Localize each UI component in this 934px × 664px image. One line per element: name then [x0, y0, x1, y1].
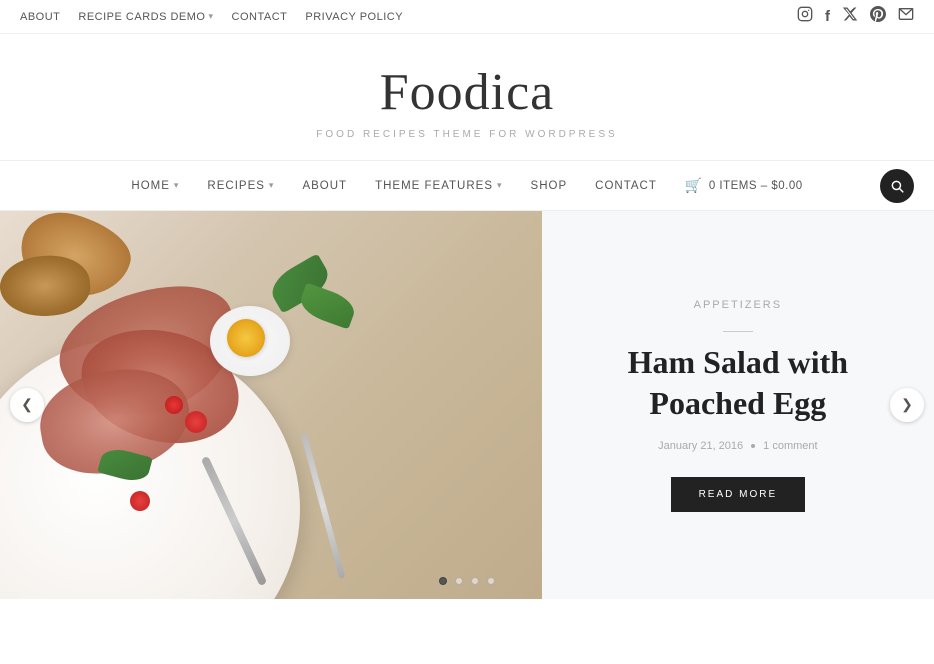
bread-piece-2 — [0, 252, 92, 320]
basil-leaf-2 — [297, 283, 359, 330]
twitter-icon[interactable] — [842, 6, 858, 27]
read-more-button[interactable]: READ MORE — [671, 477, 806, 512]
top-nav-recipe-cards[interactable]: RECIPE CARDS DEMO ▾ — [78, 11, 213, 23]
nav-recipes[interactable]: RECIPES ▾ — [193, 161, 288, 211]
slider-dot-4[interactable] — [487, 577, 495, 585]
slider-dot-3[interactable] — [471, 577, 479, 585]
cart-icon: 🛒 — [685, 177, 703, 194]
slider-dot-2[interactable] — [455, 577, 463, 585]
hero-image — [0, 211, 542, 599]
main-nav-items: HOME ▾ RECIPES ▾ ABOUT THEME FEATURES ▾ … — [117, 161, 816, 211]
slider-next-button[interactable]: ❯ — [890, 388, 924, 422]
hero-comments: 1 comment — [763, 440, 817, 452]
nav-home[interactable]: HOME ▾ — [117, 161, 193, 211]
home-arrow-icon: ▾ — [174, 180, 180, 191]
instagram-icon[interactable] — [797, 6, 813, 27]
top-bar: ABOUT RECIPE CARDS DEMO ▾ CONTACT PRIVAC… — [0, 0, 934, 34]
nav-cart[interactable]: 🛒 0 ITEMS – $0.00 — [671, 177, 817, 194]
search-button[interactable] — [880, 169, 914, 203]
hero-content: Appetizers Ham Salad with Poached Egg Ja… — [542, 211, 934, 599]
hero-date: January 21, 2016 — [658, 440, 743, 452]
cart-label: 0 ITEMS – $0.00 — [709, 180, 803, 192]
site-description: FOOD RECIPES THEME FOR WORDPRESS — [20, 129, 914, 140]
egg-yolk — [227, 319, 265, 357]
top-nav-privacy[interactable]: PRIVACY POLICY — [305, 11, 403, 23]
slider-prev-button[interactable]: ❮ — [10, 388, 44, 422]
recipes-arrow-icon: ▾ — [269, 180, 275, 191]
knife — [301, 433, 346, 579]
top-nav-about[interactable]: ABOUT — [20, 11, 60, 23]
site-header: Foodica FOOD RECIPES THEME FOR WORDPRESS — [0, 34, 934, 161]
recipe-cards-arrow-icon: ▾ — [208, 11, 213, 22]
hero-category: Appetizers — [694, 299, 782, 311]
top-nav-contact[interactable]: CONTACT — [232, 11, 288, 23]
nav-contact[interactable]: CONTACT — [581, 161, 671, 211]
theme-features-arrow-icon: ▾ — [497, 180, 503, 191]
pinterest-icon[interactable] — [870, 6, 886, 27]
food-canvas — [0, 211, 542, 599]
hero-title: Ham Salad with Poached Egg — [582, 342, 894, 425]
facebook-icon[interactable]: f — [825, 8, 830, 25]
social-icons: f — [797, 6, 914, 27]
main-nav: HOME ▾ RECIPES ▾ ABOUT THEME FEATURES ▾ … — [0, 161, 934, 211]
nav-shop[interactable]: SHOP — [517, 161, 582, 211]
site-title[interactable]: Foodica — [20, 64, 914, 121]
hero-meta: January 21, 2016 1 comment — [658, 440, 817, 452]
nav-about[interactable]: ABOUT — [288, 161, 361, 211]
hero-divider — [723, 331, 753, 332]
slider-dot-1[interactable] — [439, 577, 447, 585]
top-nav: ABOUT RECIPE CARDS DEMO ▾ CONTACT PRIVAC… — [20, 11, 403, 23]
meta-separator — [751, 444, 755, 448]
slider-dots — [439, 577, 495, 585]
email-icon[interactable] — [898, 6, 914, 27]
hero-slider: ❮ Appetizers Ham Salad with Poached Egg — [0, 211, 934, 599]
nav-theme-features[interactable]: THEME FEATURES ▾ — [361, 161, 516, 211]
